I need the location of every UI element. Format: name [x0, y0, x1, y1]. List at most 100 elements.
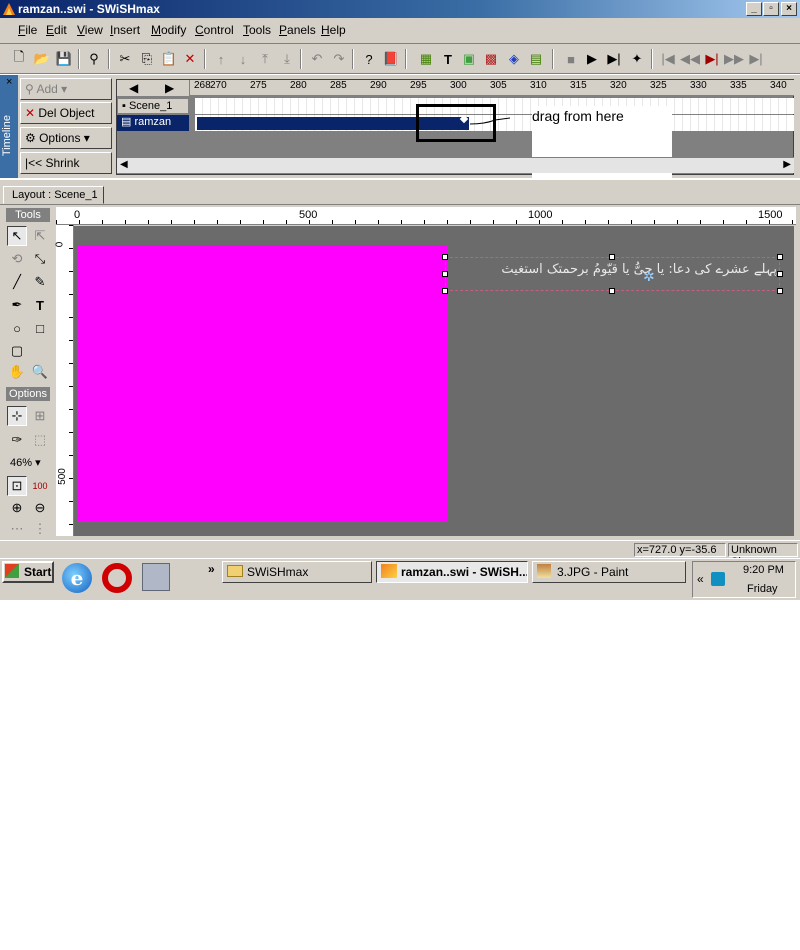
menu-insert[interactable]: Insert [110, 23, 140, 37]
zoom-level-dropdown[interactable]: 46% ▾ [10, 456, 41, 469]
autoshape-icon[interactable]: ▢ [7, 341, 27, 361]
paste-icon[interactable]: 📋 [160, 50, 178, 68]
options-button[interactable]: ⚙ Options ▾ [20, 127, 112, 149]
line-icon[interactable]: ╱ [7, 272, 27, 292]
urdu-text-object[interactable]: پہلے عشرے کی دعا: یا حیُّ یا قیّومُ برحم… [452, 262, 777, 277]
scroll-right-icon[interactable]: ▶ [783, 159, 791, 170]
find-binoculars-icon[interactable]: ⚲ [85, 50, 103, 68]
color-option-icon[interactable]: ✑ [7, 430, 27, 450]
layout-tab[interactable]: Layout : Scene_1 [3, 186, 104, 204]
task-ramzan-swishmax[interactable]: ramzan..swi - SWiSH... [376, 561, 528, 583]
insert-text-icon[interactable]: T [439, 50, 457, 68]
insert-button-icon[interactable]: ▣ [460, 50, 478, 68]
insert-image-icon[interactable]: ◈ [505, 50, 523, 68]
resize-handle[interactable] [609, 288, 615, 294]
play-frame-icon[interactable]: ▶| [605, 50, 623, 68]
zoom-icon[interactable]: 🔍 [30, 362, 50, 382]
select-arrow-icon[interactable]: ↖ [7, 226, 27, 246]
ellipse-icon[interactable]: ○ [7, 318, 27, 338]
task-paint[interactable]: 3.JPG - Paint [532, 561, 686, 583]
pen-icon[interactable]: ✒ [7, 295, 27, 315]
move-bottom-icon[interactable]: ⤓ [278, 50, 296, 68]
stage-area[interactable] [78, 245, 447, 521]
opera-icon[interactable] [102, 563, 132, 593]
resize-handle[interactable] [609, 254, 615, 260]
zoom-in-icon[interactable]: ⊕ [7, 498, 27, 518]
menu-edit[interactable]: Edit [46, 23, 67, 37]
help-book-icon[interactable]: 📕 [382, 50, 400, 68]
next-frame-icon[interactable]: ▶▶ [724, 50, 744, 68]
previous-frame-icon[interactable]: ◀◀ [680, 50, 700, 68]
zoom-fit-icon[interactable]: ⊡ [7, 476, 27, 496]
insert-content-icon[interactable]: ▤ [527, 50, 545, 68]
tray-app-icon[interactable] [711, 572, 725, 586]
resize-handle[interactable] [442, 254, 448, 260]
tray-expand-icon[interactable]: « [697, 572, 704, 586]
distort-option-icon[interactable]: ⬚ [30, 430, 50, 450]
menu-view[interactable]: View [77, 23, 103, 37]
timeline-forward-icon[interactable]: ▶ [165, 81, 174, 95]
first-frame-icon[interactable]: |◀ [659, 50, 677, 68]
menu-tools[interactable]: Tools [243, 23, 271, 37]
network-icon[interactable] [142, 563, 170, 591]
timeline-back-icon[interactable]: ◀ [129, 81, 138, 95]
del-object-button[interactable]: ✕ Del Object [20, 102, 112, 124]
resize-handle[interactable] [442, 271, 448, 277]
timeline-row-ramzan[interactable]: ▤ ramzan [117, 115, 189, 131]
snap-option-icon[interactable]: ⊹ [7, 406, 27, 426]
subselect-icon[interactable]: ⇱ [30, 226, 50, 246]
menu-help[interactable]: Help [321, 23, 346, 37]
move-up-icon[interactable]: ↑ [212, 50, 230, 68]
move-down-icon[interactable]: ↓ [234, 50, 252, 68]
move-top-icon[interactable]: ⤒ [256, 50, 274, 68]
rectangle-icon[interactable]: □ [30, 318, 50, 338]
save-icon[interactable]: 💾 [55, 50, 73, 68]
resize-handle[interactable] [777, 254, 783, 260]
pencil-icon[interactable]: ✎ [30, 272, 50, 292]
step-forward-icon[interactable]: ▶| [703, 50, 721, 68]
open-folder-icon[interactable]: 📂 [33, 50, 51, 68]
play-icon[interactable]: ▶ [583, 50, 601, 68]
restore-button[interactable]: ▫ [763, 2, 779, 16]
close-panel-icon[interactable]: × [6, 76, 12, 88]
text-tool-icon[interactable]: T [30, 295, 50, 315]
rotate-icon[interactable]: ⟲ [7, 249, 27, 269]
resize-handle[interactable] [442, 288, 448, 294]
insert-scene-icon[interactable]: ▦ [417, 50, 435, 68]
timeline-side-tab[interactable]: Timeline [0, 75, 18, 178]
timeline-scrollbar[interactable]: ◀ ▶ [117, 157, 794, 173]
resize-handle[interactable] [777, 288, 783, 294]
internet-explorer-icon[interactable]: e [62, 563, 92, 593]
scroll-left-icon[interactable]: ◀ [120, 159, 128, 170]
transform-option-icon[interactable]: ⊞ [30, 406, 50, 426]
guide-icon[interactable]: ⋮ [30, 519, 50, 539]
last-frame-icon[interactable]: ▶| [747, 50, 765, 68]
quicklaunch-more-icon[interactable]: » [208, 562, 215, 576]
menu-modify[interactable]: Modify [151, 23, 186, 37]
resize-handle[interactable] [777, 271, 783, 277]
copy-icon[interactable]: ⎘ [138, 50, 156, 68]
reshape-icon[interactable]: ⤡ [30, 249, 50, 269]
zoom-out-icon[interactable]: ⊖ [30, 498, 50, 518]
add-button[interactable]: ⚲ Add ▾ [20, 78, 112, 100]
zoom-100-icon[interactable]: 100 [30, 476, 50, 496]
context-help-icon[interactable]: ? [360, 50, 378, 68]
play-effect-icon[interactable]: ✦ [628, 50, 646, 68]
hand-icon[interactable]: ✋ [7, 362, 27, 382]
task-swishmax-folder[interactable]: SWiSHmax [222, 561, 372, 583]
clock-time[interactable]: 9:20 PM [743, 564, 784, 576]
menu-panels[interactable]: Panels [279, 23, 316, 37]
undo-icon[interactable]: ↶ [308, 50, 326, 68]
redo-icon[interactable]: ↷ [330, 50, 348, 68]
cut-icon[interactable]: ✂ [116, 50, 134, 68]
grid-icon[interactable]: ⋯ [7, 519, 27, 539]
menu-file[interactable]: File [18, 23, 37, 37]
close-button[interactable]: × [781, 2, 797, 16]
minimize-button[interactable]: _ [746, 2, 762, 16]
new-file-icon[interactable]: 🗋 [10, 49, 28, 68]
delete-icon[interactable]: ✕ [181, 50, 199, 68]
timeline-row-scene[interactable]: ▪ Scene_1 [117, 98, 189, 114]
insert-sprite-icon[interactable]: ▩ [482, 50, 500, 68]
menu-control[interactable]: Control [195, 23, 234, 37]
shrink-button[interactable]: |<< Shrink [20, 152, 112, 174]
